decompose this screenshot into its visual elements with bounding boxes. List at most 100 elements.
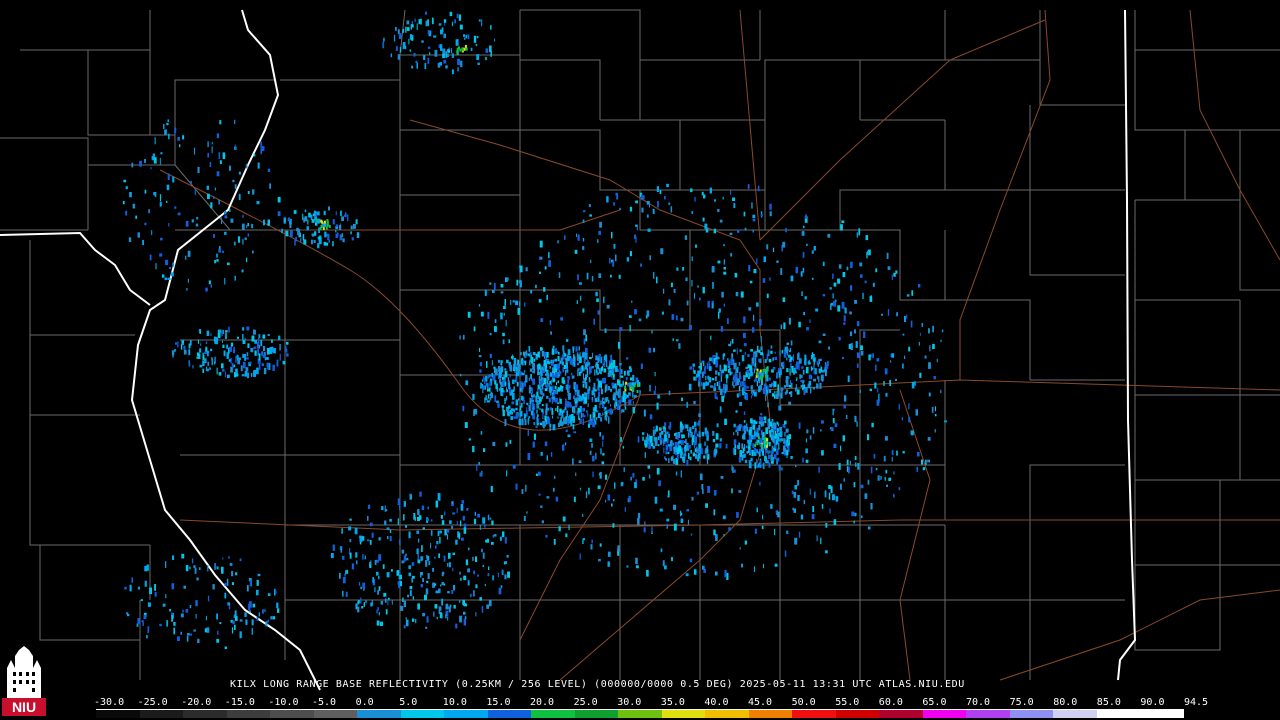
echo-pixel: [389, 535, 392, 542]
echo-pixel: [744, 352, 746, 355]
echo-pixel: [711, 300, 714, 304]
echo-pixel: [363, 602, 365, 607]
echo-pixel: [623, 467, 625, 472]
echo-pixel: [376, 609, 378, 614]
echo-pixel: [261, 363, 264, 367]
echo-pixel: [765, 457, 768, 464]
echo-pixel: [849, 331, 853, 337]
echo-pixel: [815, 308, 819, 312]
echo-pixel: [747, 440, 750, 445]
echo-pixel: [649, 435, 653, 443]
echo-pixel: [686, 401, 688, 408]
echo-pixel: [786, 342, 790, 345]
echo-pixel: [490, 391, 493, 398]
echo-pixel: [940, 339, 942, 342]
echo-pixel: [673, 523, 677, 531]
echo-pixel: [835, 496, 839, 502]
echo-pixel: [427, 19, 429, 27]
echo-pixel: [189, 633, 193, 636]
echo-pixel: [749, 280, 753, 284]
scale-label: 70.0: [966, 697, 991, 708]
echo-pixel: [251, 619, 254, 626]
echo-pixel: [586, 410, 588, 413]
echo-pixel: [755, 366, 757, 371]
echo-pixel: [407, 594, 409, 598]
echo-pixel: [521, 395, 524, 401]
echo-pixel: [563, 409, 565, 413]
echo-pixel: [266, 357, 269, 360]
echo-pixel: [694, 443, 696, 448]
echo-pixel: [786, 530, 789, 535]
echo-pixel: [481, 19, 483, 27]
echo-pixel: [341, 216, 344, 222]
echo-pixel: [753, 566, 755, 572]
echo-pixel: [743, 211, 746, 217]
echo-pixel: [507, 410, 509, 413]
echo-pixel: [822, 294, 826, 297]
echo-pixel: [503, 312, 505, 316]
echo-pixel: [647, 433, 649, 438]
echo-pixel: [202, 368, 205, 373]
echo-pixel: [813, 361, 815, 369]
echo-pixel: [191, 558, 194, 564]
echo-pixel: [721, 395, 724, 402]
echo-pixel: [602, 440, 604, 447]
echo-pixel: [500, 312, 503, 320]
echo-pixel: [343, 214, 347, 217]
echo-pixel: [447, 49, 450, 53]
colorbar-swatch: [444, 710, 488, 718]
echo-pixel: [229, 165, 231, 171]
echo-pixel: [843, 478, 845, 482]
echo-pixel: [427, 506, 429, 510]
scale-label: -25.0: [137, 697, 168, 708]
echo-pixel: [582, 219, 585, 224]
echo-pixel: [463, 575, 467, 581]
echo-pixel: [216, 566, 219, 570]
echo-pixel: [335, 229, 337, 233]
echo-pixel: [455, 39, 459, 46]
echo-pixel: [405, 617, 407, 620]
echo-pixel: [206, 627, 210, 633]
echo-pixel: [490, 50, 492, 57]
echo-pixel: [768, 377, 771, 381]
echo-pixel: [371, 532, 374, 538]
echo-pixel: [362, 582, 366, 589]
echo-pixel: [244, 371, 248, 377]
echo-pixel: [515, 399, 519, 406]
echo-pixel: [411, 24, 414, 28]
echo-pixel: [520, 359, 523, 365]
echo-pixel: [531, 378, 533, 382]
echo-pixel: [545, 415, 547, 421]
echo-pixel: [422, 578, 424, 583]
echo-pixel: [819, 358, 822, 362]
echo-pixel: [617, 545, 620, 552]
echo-pixel: [251, 628, 253, 635]
echo-pixel: [136, 623, 139, 627]
echo-pixel: [556, 382, 557, 385]
echo-pixel: [234, 119, 236, 125]
echo-pixel: [870, 353, 872, 357]
echo-pixel: [837, 278, 841, 284]
echo-pixel: [506, 555, 509, 558]
echo-pixel: [744, 540, 747, 545]
echo-pixel: [583, 338, 586, 345]
echo-pixel: [655, 425, 658, 432]
echo-pixel: [282, 360, 286, 365]
echo-pixel: [725, 384, 728, 391]
echo-pixel: [613, 403, 617, 409]
echo-pixel: [774, 394, 776, 399]
echo-pixel: [557, 351, 560, 355]
echo-pixel: [656, 186, 659, 192]
echo-core-pixel: [323, 220, 326, 224]
echo-pixel: [314, 231, 317, 236]
echo-pixel: [662, 426, 666, 430]
echo-pixel: [688, 453, 690, 459]
echo-pixel: [550, 359, 553, 364]
echo-pixel: [841, 220, 845, 223]
echo-pixel: [598, 273, 602, 278]
echo-pixel: [467, 311, 471, 318]
echo-pixel: [628, 399, 632, 405]
echo-pixel: [222, 152, 226, 159]
colorbar-swatch: [618, 710, 662, 718]
echo-pixel: [425, 626, 428, 629]
